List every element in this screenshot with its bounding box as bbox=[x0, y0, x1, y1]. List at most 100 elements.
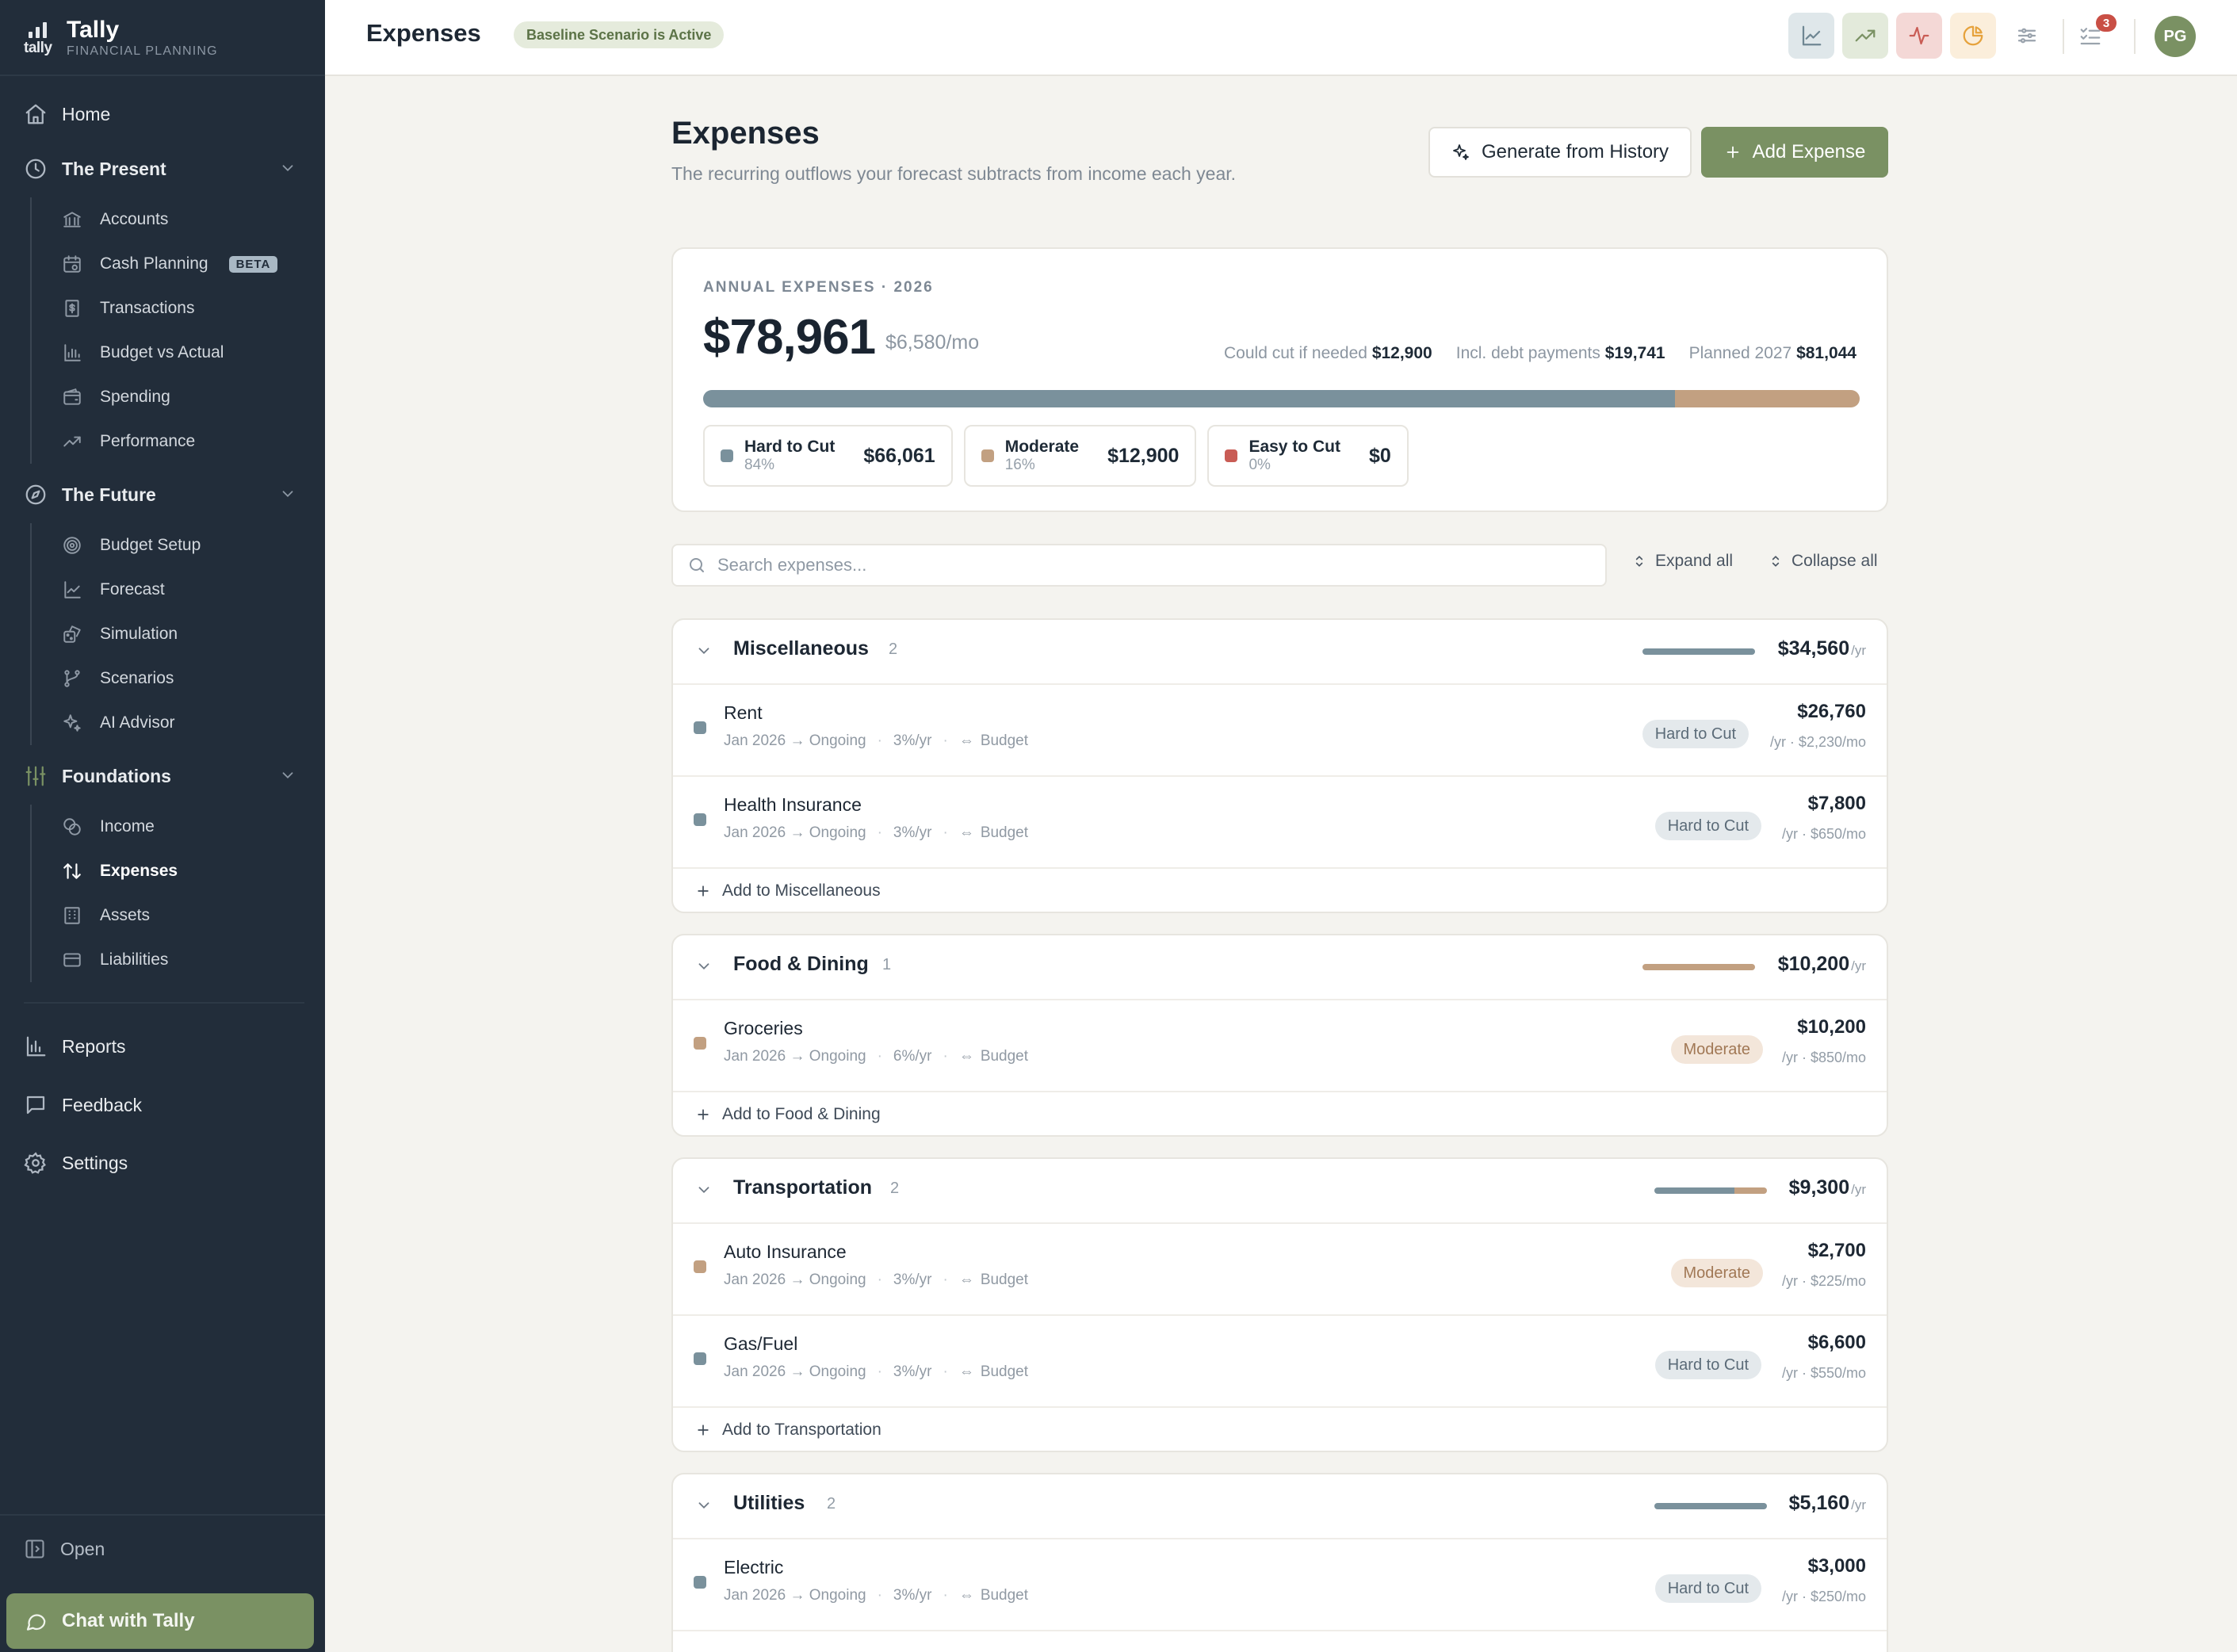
sidebar-item-settings[interactable]: Settings bbox=[0, 1142, 325, 1184]
sidebar-item-home[interactable]: Home bbox=[0, 94, 325, 135]
chevron-down-icon[interactable] bbox=[695, 642, 713, 660]
group-header[interactable]: Miscellaneous 2 $34,560/yr bbox=[673, 620, 1887, 683]
expense-amount: $26,760 bbox=[1797, 701, 1866, 722]
brand[interactable]: tally Tally FINANCIAL PLANNING bbox=[24, 14, 218, 62]
trend-up-icon bbox=[63, 436, 81, 447]
sidebar-item-budget-vs-actual[interactable]: Budget vs Actual bbox=[32, 331, 301, 375]
building-icon bbox=[64, 907, 80, 924]
activity-button[interactable] bbox=[1896, 13, 1942, 59]
flexibility-split-bar bbox=[703, 390, 1860, 407]
sidebar-section-label: Foundations bbox=[62, 765, 171, 786]
expense-meta: Jan 2026 → Ongoing · 6%/yr · ⇔ Budget bbox=[724, 1048, 1029, 1065]
line-chart-icon bbox=[1802, 25, 1822, 46]
notification-count-badge: 3 bbox=[2096, 14, 2117, 32]
plus-icon bbox=[698, 1109, 709, 1120]
group-count: 1 bbox=[882, 956, 892, 973]
expense-row-health-insurance[interactable]: Health Insurance Jan 2026 → Ongoing · 3%/y… bbox=[673, 777, 1887, 867]
sidebar-item-liabilities[interactable]: Liabilities bbox=[32, 938, 301, 982]
activity-icon bbox=[1909, 26, 1929, 45]
add-to-group-button[interactable]: Add to Miscellaneous bbox=[695, 867, 881, 915]
sidebar-section-future[interactable]: The Future bbox=[0, 474, 325, 515]
sidebar-item-label: Assets bbox=[100, 906, 151, 924]
expense-row-gas-fuel[interactable]: Gas/Fuel Jan 2026 → Ongoing · 3%/yr · ⇔ Budge… bbox=[673, 1316, 1887, 1406]
sidebar-item-label: AI Advisor bbox=[100, 713, 175, 732]
sidebar-item-simulation[interactable]: Simulation bbox=[32, 612, 301, 656]
expense-amount: $6,600 bbox=[1807, 1332, 1866, 1353]
group-header[interactable]: Food & Dining 1 $10,200/yr bbox=[673, 935, 1887, 999]
page-title: Expenses bbox=[366, 19, 481, 47]
arrows-updown-icon bbox=[63, 863, 81, 879]
group-flex-bar bbox=[1654, 1503, 1767, 1509]
growth-chart-button[interactable] bbox=[1842, 13, 1888, 59]
group-amount: $34,560/yr bbox=[1777, 637, 1866, 660]
chevron-down-icon[interactable] bbox=[695, 958, 713, 975]
flexibility-chips: Hard to Cut 84% $66,061 Moderate 16% $12,9… bbox=[703, 425, 1409, 487]
allocation-button[interactable] bbox=[1950, 13, 1996, 59]
expense-row-rent[interactable]: Rent Jan 2026 → Ongoing · 3%/yr · ⇔ Budget Ha… bbox=[673, 685, 1887, 775]
chevron-down-icon[interactable] bbox=[279, 767, 296, 784]
sidebar-item-label: Transactions bbox=[100, 299, 195, 317]
search-input[interactable] bbox=[717, 555, 1574, 576]
expense-group-miscellaneous: Miscellaneous 2 $34,560/yr Rent Jan 2026… bbox=[671, 618, 1888, 913]
sidebar-item-feedback[interactable]: Feedback bbox=[0, 1084, 325, 1126]
summary-label: ANNUAL EXPENSES · 2026 bbox=[703, 279, 934, 296]
sidebar-item-expenses[interactable]: Expenses bbox=[32, 849, 301, 893]
sidebar-section-present[interactable]: The Present bbox=[0, 148, 325, 189]
group-header[interactable]: Transportation 2 $9,300/yr bbox=[673, 1159, 1887, 1222]
sidebar-item-ai-advisor[interactable]: AI Advisor bbox=[32, 701, 301, 745]
sidebar-section-label: The Future bbox=[62, 484, 156, 505]
sidebar-item-performance[interactable]: Performance bbox=[32, 419, 301, 464]
sidebar-item-assets[interactable]: Assets bbox=[32, 893, 301, 938]
scenario-status-badge[interactable]: Baseline Scenario is Active bbox=[514, 21, 725, 48]
sidebar-section-foundations[interactable]: Foundations bbox=[0, 755, 325, 797]
chip-moderate[interactable]: Moderate 16% $12,900 bbox=[963, 425, 1197, 487]
expense-amount: $3,000 bbox=[1807, 1555, 1866, 1577]
link-icon: ⇔ bbox=[958, 824, 974, 841]
net-worth-chart-button[interactable] bbox=[1788, 13, 1834, 59]
sidebar-divider bbox=[0, 1514, 325, 1516]
sidebar-item-accounts[interactable]: Accounts bbox=[32, 197, 301, 242]
sidebar-item-spending[interactable]: Spending bbox=[32, 375, 301, 419]
top-bar: Expenses Baseline Scenario is Active 3 P… bbox=[325, 0, 2237, 76]
chevron-down-icon[interactable] bbox=[279, 159, 296, 177]
generate-from-history-button[interactable]: Generate from History bbox=[1428, 127, 1692, 178]
chip-hard-to-cut[interactable]: Hard to Cut 84% $66,061 bbox=[703, 425, 953, 487]
sidebar-item-reports[interactable]: Reports bbox=[0, 1026, 325, 1067]
chevron-down-icon[interactable] bbox=[695, 1181, 713, 1199]
expense-name: Electric bbox=[724, 1557, 784, 1577]
sidebar-item-transactions[interactable]: Transactions bbox=[32, 286, 301, 331]
chat-label: Chat with Tally bbox=[62, 1610, 195, 1631]
sidebar-item-cash-planning[interactable]: Cash Planning BETA bbox=[32, 242, 301, 286]
chevron-down-icon[interactable] bbox=[279, 485, 296, 503]
group-header[interactable]: Utilities 2 $5,160/yr bbox=[673, 1474, 1887, 1538]
add-to-group-button[interactable]: Add to Food & Dining bbox=[695, 1091, 881, 1138]
chat-with-tally-button[interactable]: Chat with Tally bbox=[6, 1593, 314, 1649]
collapse-all-button[interactable]: Collapse all bbox=[1768, 552, 1878, 571]
annual-total: $78,961 bbox=[703, 310, 876, 365]
group-amount: $5,160/yr bbox=[1788, 1492, 1866, 1514]
sidebar-item-forecast[interactable]: Forecast bbox=[32, 568, 301, 612]
sidebar-item-income[interactable]: Income bbox=[32, 805, 301, 849]
sidebar-item-budget-setup[interactable]: Budget Setup bbox=[32, 523, 301, 568]
user-avatar[interactable]: PG bbox=[2155, 16, 2196, 57]
expense-row-electric[interactable]: Electric Jan 2026 → Ongoing · 3%/yr · ⇔ Budge… bbox=[673, 1539, 1887, 1630]
expense-row-groceries[interactable]: Groceries Jan 2026 → Ongoing · 6%/yr · ⇔ Budg… bbox=[673, 1000, 1887, 1091]
app-name: Tally bbox=[67, 17, 120, 43]
expense-name: Health Insurance bbox=[724, 794, 862, 815]
group-bar-moderate bbox=[1734, 1187, 1767, 1194]
expense-row-auto-insurance[interactable]: Auto Insurance Jan 2026 → Ongoing · 3%/yr ·… bbox=[673, 1224, 1887, 1314]
app-subtitle: FINANCIAL PLANNING bbox=[67, 44, 218, 58]
beta-badge: BETA bbox=[228, 255, 278, 273]
add-expense-button[interactable]: Add Expense bbox=[1701, 127, 1888, 178]
filters-button[interactable] bbox=[2004, 13, 2050, 59]
add-to-group-button[interactable]: Add to Transportation bbox=[695, 1406, 881, 1454]
expense-name: Auto Insurance bbox=[724, 1241, 847, 1262]
search-expenses-field[interactable] bbox=[671, 544, 1607, 587]
sidebar-item-scenarios[interactable]: Scenarios bbox=[32, 656, 301, 701]
chevron-down-icon[interactable] bbox=[695, 1497, 713, 1514]
credit-card-icon bbox=[63, 953, 81, 967]
chip-easy-to-cut[interactable]: Easy to Cut 0% $0 bbox=[1207, 425, 1409, 487]
open-panel-button[interactable]: Open bbox=[24, 1538, 105, 1560]
expand-all-button[interactable]: Expand all bbox=[1631, 552, 1733, 571]
foundations-subnav: Income Expenses Assets Liabilities bbox=[30, 805, 301, 982]
